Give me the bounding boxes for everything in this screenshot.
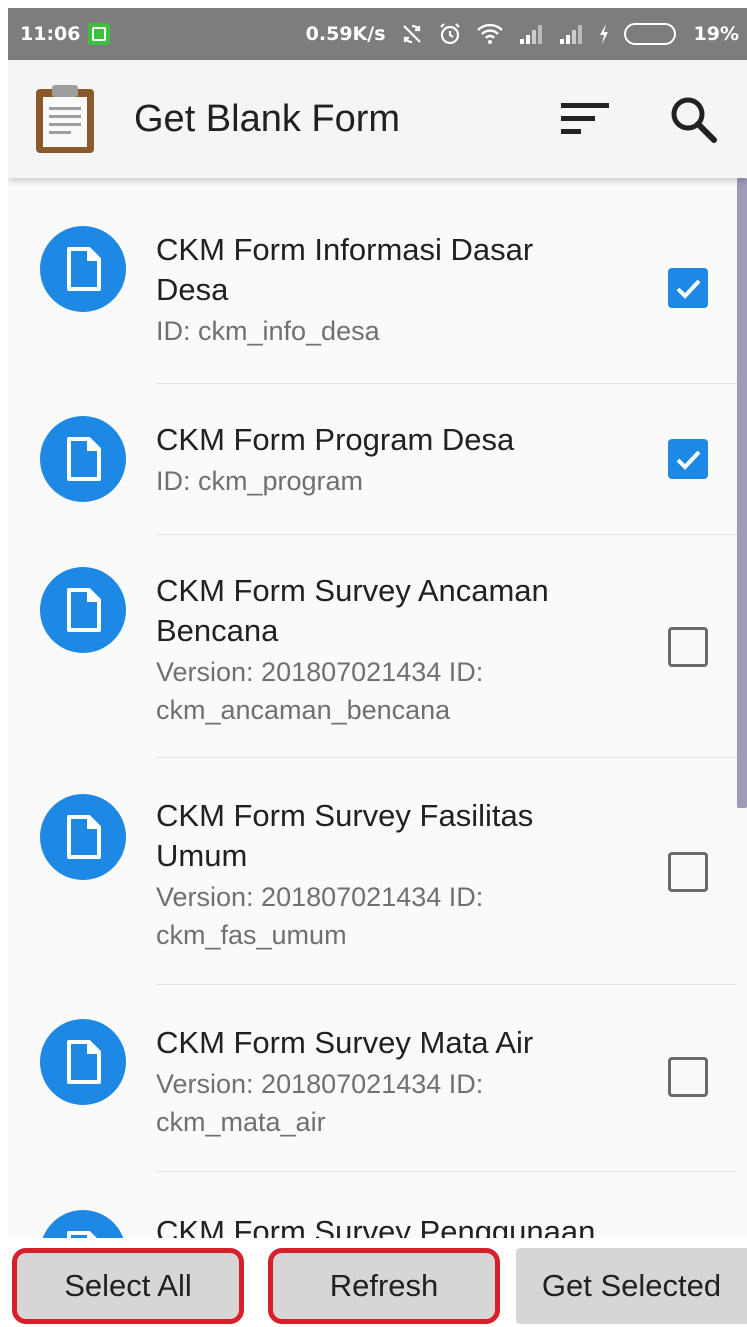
form-title: CKM Form Program Desa [156, 422, 515, 457]
document-icon [40, 226, 126, 312]
status-bar: 11:06 0.59K/s 19% [8, 8, 747, 60]
screen-edge [0, 0, 8, 1327]
clipboard-icon [34, 83, 96, 155]
screen: 11:06 0.59K/s 19% Get Blank Form CKM For… [0, 0, 747, 1327]
form-checkbox[interactable] [668, 852, 708, 892]
bottom-action-bar: Select All Refresh Get Selected [8, 1238, 747, 1327]
list-item[interactable]: CKM Form Survey Mata Air Version: 201807… [8, 985, 737, 1171]
notification-icon [88, 23, 111, 45]
form-checkbox[interactable] [668, 627, 708, 667]
sync-off-icon [400, 22, 424, 46]
search-icon [671, 97, 717, 143]
form-subtitle: ID: ckm_program [156, 466, 364, 496]
app-bar: Get Blank Form [8, 60, 747, 178]
form-list[interactable]: CKM Form Informasi Dasar Desa ID: ckm_in… [8, 178, 747, 1238]
get-selected-button[interactable]: Get Selected [516, 1248, 747, 1324]
sort-button[interactable] [557, 91, 613, 147]
search-button[interactable] [665, 91, 721, 147]
form-title: CKM Form Survey Mata Air [156, 1025, 534, 1060]
document-icon [40, 567, 126, 653]
wifi-icon [476, 22, 504, 46]
network-speed: 0.59K/s [305, 23, 386, 45]
document-icon [40, 416, 126, 502]
form-title: CKM Form Survey Ancaman Bencana [156, 573, 549, 648]
form-title: CKM Form Informasi Dasar Desa [156, 232, 534, 307]
list-item[interactable]: CKM Form Survey Penggunaan [8, 1172, 737, 1238]
page-title: Get Blank Form [134, 97, 401, 140]
form-checkbox[interactable] [668, 268, 708, 308]
scrollbar[interactable] [737, 178, 747, 808]
form-checkbox[interactable] [668, 439, 708, 479]
form-checkbox[interactable] [668, 1057, 708, 1097]
form-subtitle: Version: 201807021434 ID: ckm_mata_air [156, 1069, 484, 1137]
list-item[interactable]: CKM Form Survey Ancaman Bencana Version:… [8, 535, 737, 757]
refresh-button[interactable]: Refresh [268, 1248, 500, 1324]
alarm-icon [438, 22, 462, 46]
status-time: 11:06 [20, 23, 81, 45]
list-item[interactable]: CKM Form Survey Fasilitas Umum Version: … [8, 758, 737, 984]
form-title: CKM Form Survey Fasilitas Umum [156, 798, 534, 873]
form-subtitle: Version: 201807021434 ID: ckm_ancaman_be… [156, 657, 484, 725]
list-item[interactable]: CKM Form Informasi Dasar Desa ID: ckm_in… [8, 178, 737, 383]
document-icon [40, 1210, 126, 1238]
form-title: CKM Form Survey Penggunaan [156, 1214, 596, 1238]
form-subtitle: ID: ckm_info_desa [156, 316, 380, 346]
signal-icon [518, 23, 544, 45]
charging-icon [598, 23, 610, 45]
signal-icon-2 [558, 23, 584, 45]
document-icon [40, 1019, 126, 1105]
select-all-button[interactable]: Select All [12, 1248, 244, 1324]
sort-icon [561, 103, 609, 134]
document-icon [40, 794, 126, 880]
form-subtitle: Version: 201807021434 ID: ckm_fas_umum [156, 882, 484, 950]
list-item[interactable]: CKM Form Program Desa ID: ckm_program [8, 384, 737, 534]
battery-icon [623, 23, 676, 45]
battery-level: 19% [693, 23, 739, 45]
